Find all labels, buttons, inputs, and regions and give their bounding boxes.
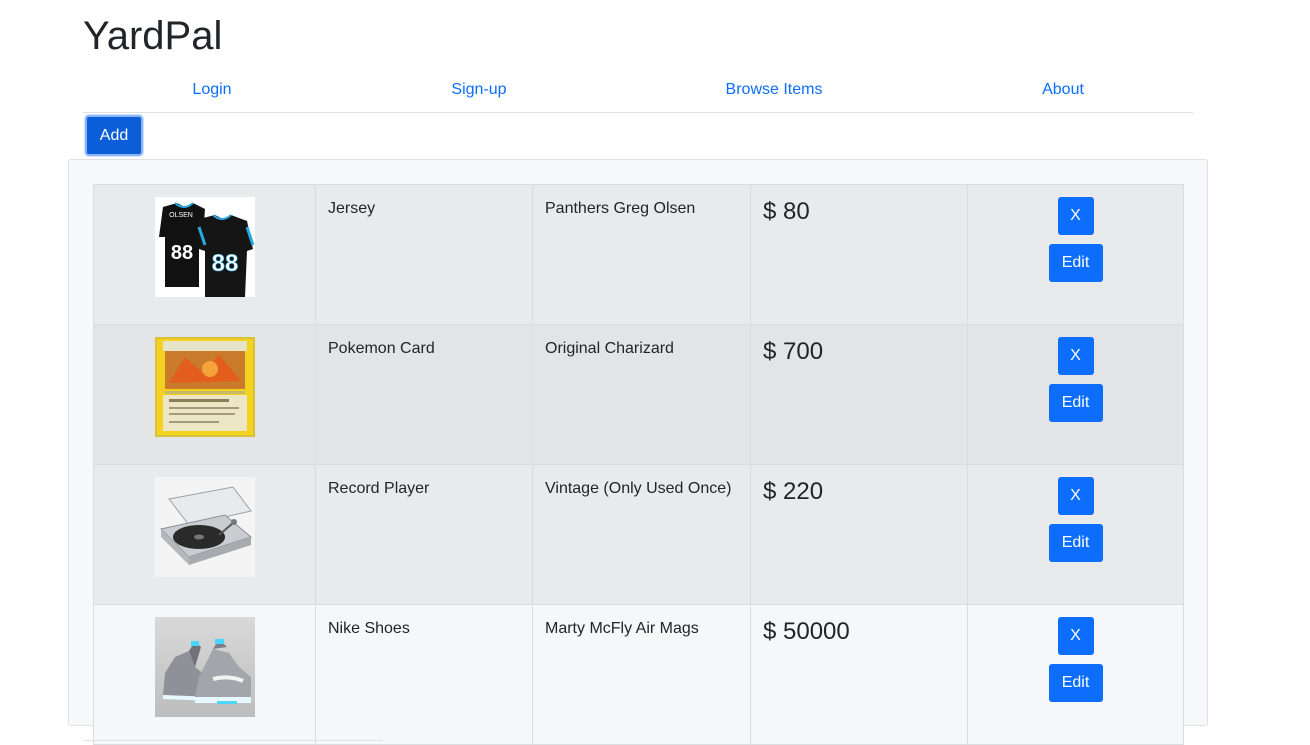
items-table: 88 OLSEN 88 Jersey Panthers Greg Olsen $… — [93, 184, 1184, 745]
item-price: $ 80 — [750, 184, 968, 325]
image-cell — [93, 604, 316, 745]
pokemon-card-image — [154, 337, 255, 437]
add-button[interactable]: Add — [85, 115, 143, 156]
item-description: Marty McFly Air Mags — [532, 604, 751, 745]
edit-button[interactable]: Edit — [1048, 244, 1103, 282]
svg-text:OLSEN: OLSEN — [169, 212, 193, 219]
table-row: Pokemon Card Original Charizard $ 700 X … — [93, 324, 1184, 465]
item-name: Pokemon Card — [315, 324, 533, 465]
edit-button[interactable]: Edit — [1048, 524, 1103, 562]
item-description: Panthers Greg Olsen — [532, 184, 751, 325]
image-cell: 88 OLSEN 88 — [93, 184, 316, 325]
table-row: 88 OLSEN 88 Jersey Panthers Greg Olsen $… — [93, 184, 1184, 325]
record-player-image — [154, 477, 255, 577]
image-cell — [93, 464, 316, 605]
item-price: $ 220 — [750, 464, 968, 605]
main-nav: Login Sign-up Browse Items About — [83, 73, 1193, 113]
jersey-image: 88 OLSEN 88 — [154, 197, 255, 297]
item-price: $ 50000 — [750, 604, 968, 745]
nav-login[interactable]: Login — [192, 81, 231, 99]
item-description: Vintage (Only Used Once) — [532, 464, 751, 605]
svg-text:88: 88 — [211, 250, 238, 277]
item-description: Original Charizard — [532, 324, 751, 465]
actions-cell: X Edit — [967, 324, 1184, 465]
brand-title: YardPal — [83, 14, 223, 58]
actions-cell: X Edit — [967, 604, 1184, 745]
nav-about[interactable]: About — [1042, 81, 1084, 99]
nav-browse-items[interactable]: Browse Items — [726, 81, 823, 99]
edit-button[interactable]: Edit — [1048, 384, 1103, 422]
delete-button[interactable]: X — [1057, 477, 1094, 515]
table-row: Nike Shoes Marty McFly Air Mags $ 50000 … — [93, 604, 1184, 745]
delete-button[interactable]: X — [1057, 197, 1094, 235]
item-name: Record Player — [315, 464, 533, 605]
actions-cell: X Edit — [967, 464, 1184, 605]
image-cell — [93, 324, 316, 465]
delete-button[interactable]: X — [1057, 337, 1094, 375]
edit-button[interactable]: Edit — [1048, 664, 1103, 702]
nav-signup[interactable]: Sign-up — [451, 81, 506, 99]
table-row: Record Player Vintage (Only Used Once) $… — [93, 464, 1184, 605]
item-price: $ 700 — [750, 324, 968, 465]
actions-cell: X Edit — [967, 184, 1184, 325]
item-name: Nike Shoes — [315, 604, 533, 745]
delete-button[interactable]: X — [1057, 617, 1094, 655]
item-name: Jersey — [315, 184, 533, 325]
footer-divider — [83, 740, 383, 741]
nike-shoes-image — [154, 617, 255, 717]
svg-text:88: 88 — [170, 242, 192, 264]
